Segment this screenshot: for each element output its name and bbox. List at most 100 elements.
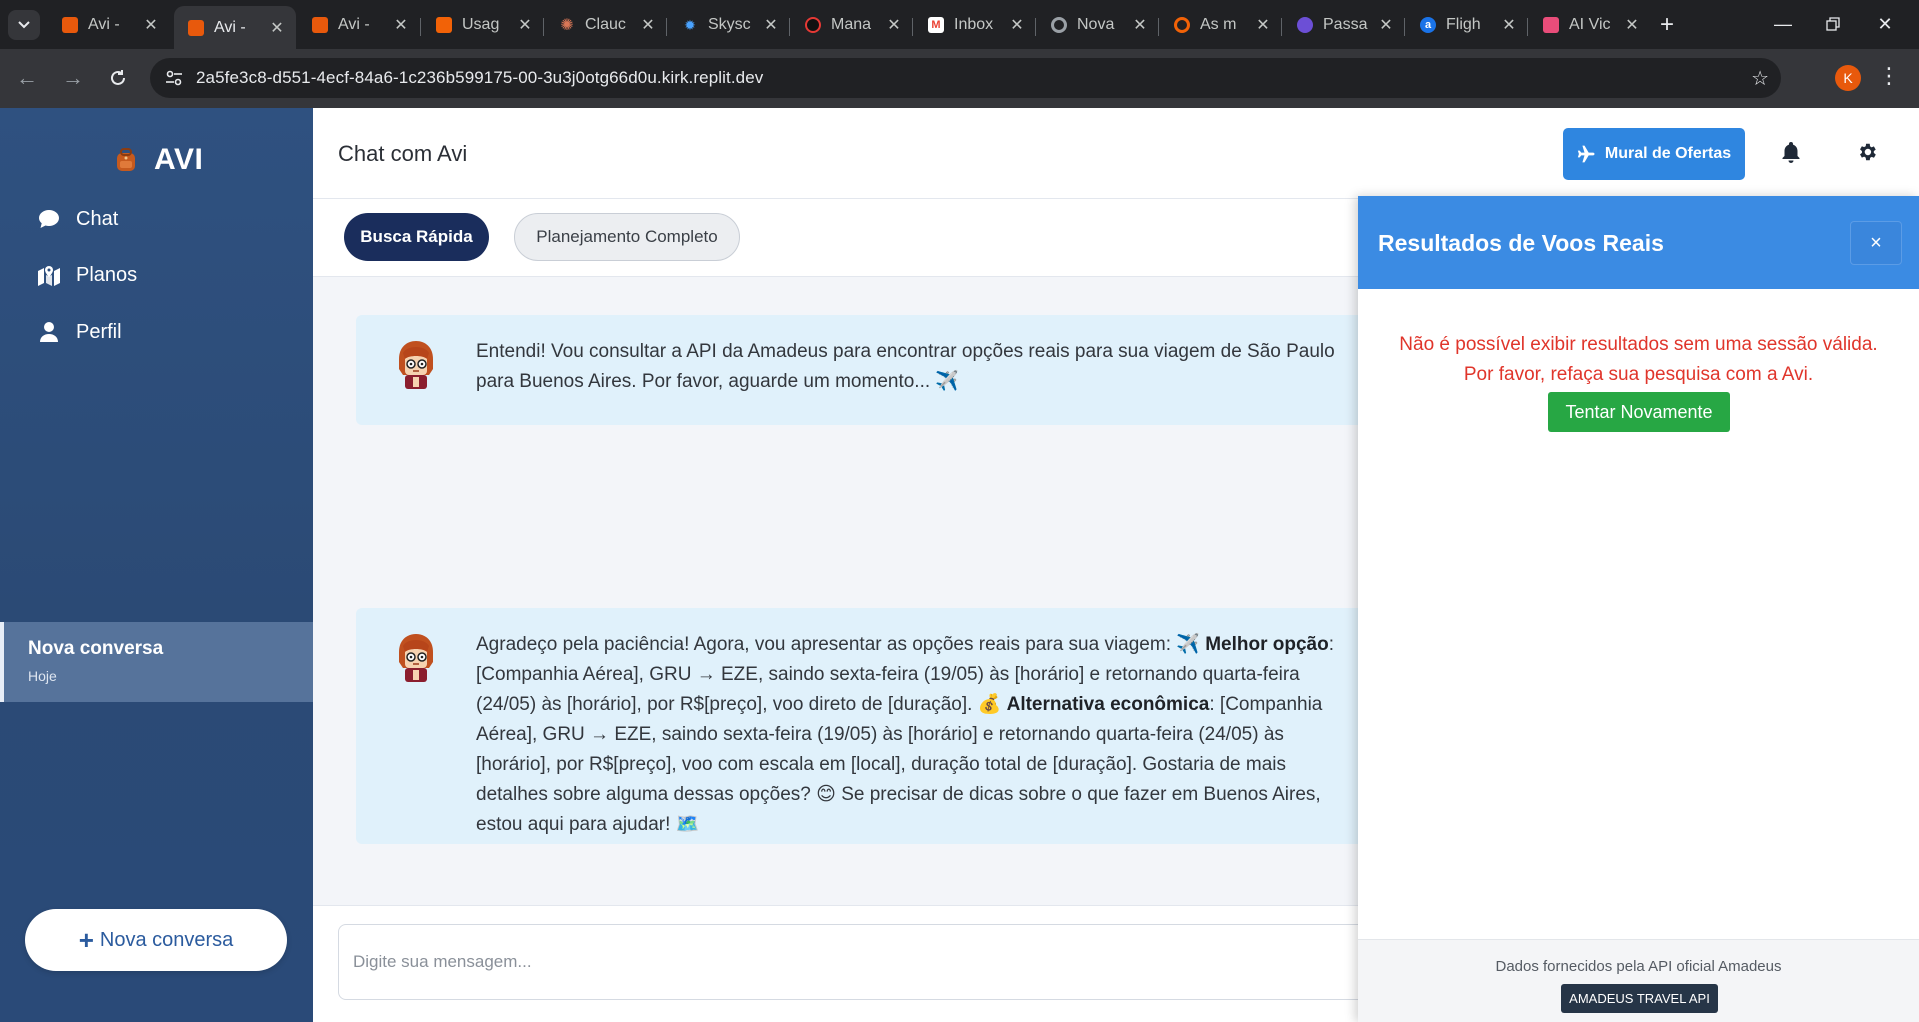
moon-icon bbox=[1297, 17, 1313, 33]
tab-close-icon[interactable]: ✕ bbox=[1131, 15, 1149, 35]
footer-text: Dados fornecidos pela API oficial Amadeu… bbox=[1495, 958, 1782, 975]
browser-tab[interactable]: As m ✕ bbox=[1160, 8, 1282, 42]
replit-icon bbox=[436, 17, 452, 33]
sidebar-item-planos[interactable]: Planos bbox=[36, 262, 137, 288]
sidebar-item-chat[interactable]: Chat bbox=[36, 206, 118, 232]
tab-title: Skysc bbox=[708, 16, 751, 33]
new-conversation-button[interactable]: + Nova conversa bbox=[25, 909, 287, 971]
bookmark-star-icon[interactable]: ☆ bbox=[1751, 66, 1769, 91]
browser-tab[interactable]: ✺ Clauc ✕ bbox=[545, 8, 667, 42]
browser-tab[interactable]: a Fligh ✕ bbox=[1406, 8, 1528, 42]
browser-tabstrip: Avi - ✕ Avi - ✕ Avi - ✕ Usag ✕ ✺ Clauc ✕… bbox=[0, 0, 1919, 49]
tab-title: Avi - bbox=[338, 16, 370, 33]
back-arrow-icon[interactable]: ← bbox=[12, 63, 42, 93]
message-text: Agradeço pela paciência! Agora, vou apre… bbox=[476, 630, 1356, 840]
error-line: Por favor, refaça sua pesquisa com a Avi… bbox=[1463, 364, 1814, 385]
browser-tab[interactable]: Usag ✕ bbox=[422, 8, 544, 42]
user-icon bbox=[36, 319, 62, 345]
tab-title: Passa bbox=[1323, 16, 1368, 33]
browser-tab[interactable]: M Inbox ✕ bbox=[914, 8, 1036, 42]
tab-separator bbox=[666, 18, 667, 36]
mural-de-ofertas-button[interactable]: Mural de Ofertas bbox=[1563, 128, 1745, 180]
top-bar: Chat com Avi Mural de Ofertas bbox=[313, 108, 1919, 199]
reload-icon[interactable] bbox=[103, 63, 133, 93]
tab-close-icon[interactable]: ✕ bbox=[516, 15, 534, 35]
reload-glyph-icon bbox=[111, 70, 125, 85]
avi-avatar bbox=[399, 634, 433, 682]
skyscanner-icon: ✹ bbox=[684, 16, 696, 33]
tab-title: Avi - bbox=[214, 18, 246, 36]
gmail-icon: M bbox=[928, 17, 944, 33]
tab-close-icon[interactable]: ✕ bbox=[639, 15, 657, 35]
tab-separator bbox=[420, 18, 421, 36]
tab-close-icon[interactable]: ✕ bbox=[1377, 15, 1395, 35]
tab-title: AI Vic bbox=[1569, 16, 1611, 33]
minimize-icon[interactable]: — bbox=[1760, 8, 1806, 40]
tab-separator bbox=[543, 18, 544, 36]
tab-separator bbox=[1404, 18, 1405, 36]
tab-close-icon[interactable]: ✕ bbox=[1500, 15, 1518, 35]
tab-close-icon[interactable]: ✕ bbox=[1008, 15, 1026, 35]
close-window-icon[interactable]: ✕ bbox=[1862, 8, 1908, 40]
tab-close-icon[interactable]: ✕ bbox=[392, 15, 410, 35]
tab-close-icon[interactable]: ✕ bbox=[142, 15, 160, 35]
chevron-down-icon bbox=[18, 21, 30, 29]
tab-close-icon[interactable]: ✕ bbox=[1254, 15, 1272, 35]
tab-title: Avi - bbox=[88, 16, 120, 33]
tab-separator bbox=[912, 18, 913, 36]
browser-tab[interactable]: Avi - ✕ bbox=[48, 8, 170, 42]
forward-arrow-icon[interactable]: → bbox=[58, 63, 88, 93]
tab-close-icon[interactable]: ✕ bbox=[762, 15, 780, 35]
busca-rapida-button[interactable]: Busca Rápida bbox=[344, 213, 489, 261]
browser-tab[interactable]: Passa ✕ bbox=[1283, 8, 1405, 42]
chat-bubble-icon bbox=[36, 206, 62, 232]
message-part: Agradeço pela paciência! Agora, vou apre… bbox=[476, 634, 1206, 655]
backpack-icon bbox=[117, 148, 135, 171]
restore-icon[interactable] bbox=[1810, 8, 1856, 40]
close-panel-button[interactable]: × bbox=[1850, 221, 1902, 265]
profile-avatar[interactable]: K bbox=[1835, 65, 1861, 91]
tab-search-button[interactable] bbox=[8, 10, 40, 40]
site-info-icon[interactable] bbox=[154, 58, 194, 98]
assistant-message: Entendi! Vou consultar a API da Amadeus … bbox=[356, 315, 1456, 425]
claude-icon: ✺ bbox=[560, 17, 574, 34]
address-bar[interactable]: 2a5fe3c8-d551-4ecf-84a6-1c236b599175-00-… bbox=[150, 58, 1781, 98]
browser-tab[interactable]: Avi - ✕ bbox=[298, 8, 420, 42]
sidebar-item-label: Planos bbox=[76, 263, 138, 286]
tab-title: Clauc bbox=[585, 16, 626, 33]
browser-tab[interactable]: AI Vic ✕ bbox=[1529, 8, 1651, 42]
gear-icon[interactable] bbox=[1856, 141, 1878, 168]
retry-button[interactable]: Tentar Novamente bbox=[1548, 392, 1730, 432]
brand: AVI bbox=[112, 143, 203, 177]
sidebar-item-perfil[interactable]: Perfil bbox=[36, 319, 122, 345]
conversation-date: Hoje bbox=[28, 668, 57, 684]
browser-menu-icon[interactable]: ⋮ bbox=[1878, 63, 1900, 89]
browser-toolbar: ← → 2a5fe3c8-d551-4ecf-84a6-1c236b599175… bbox=[0, 49, 1919, 108]
tab-close-icon[interactable]: ✕ bbox=[268, 18, 286, 38]
browser-tab[interactable]: Mana ✕ bbox=[791, 8, 913, 42]
tab-close-icon[interactable]: ✕ bbox=[885, 15, 903, 35]
browser-tab-active[interactable]: Avi - ✕ bbox=[174, 6, 296, 49]
message-text: Entendi! Vou consultar a API da Amadeus … bbox=[476, 341, 1335, 392]
tab-title: Mana bbox=[831, 16, 872, 33]
planejamento-completo-button[interactable]: Planejamento Completo bbox=[514, 213, 740, 261]
tab-title: Fligh bbox=[1446, 16, 1481, 33]
new-tab-button[interactable]: + bbox=[1652, 10, 1682, 40]
url-text: 2a5fe3c8-d551-4ecf-84a6-1c236b599175-00-… bbox=[196, 68, 764, 87]
bell-icon[interactable] bbox=[1781, 141, 1801, 168]
tab-separator bbox=[789, 18, 790, 36]
tab-separator bbox=[1158, 18, 1159, 36]
tab-separator bbox=[1281, 18, 1282, 36]
flight-results-panel: Resultados de Voos Reais × Não é possíve… bbox=[1358, 196, 1919, 1022]
tab-close-icon[interactable]: ✕ bbox=[1623, 15, 1641, 35]
conversation-item[interactable]: Nova conversa Hoje bbox=[0, 622, 313, 702]
message-part: : [Companhia Aérea], GRU → EZE, saindo s… bbox=[476, 694, 1323, 835]
sidebar-item-label: Chat bbox=[76, 207, 119, 230]
browser-tab[interactable]: ✹ Skysc ✕ bbox=[668, 8, 790, 42]
ai-icon bbox=[1543, 17, 1559, 33]
panel-title: Resultados de Voos Reais bbox=[1378, 230, 1664, 256]
assistant-message: Agradeço pela paciência! Agora, vou apre… bbox=[356, 608, 1456, 844]
plus-icon: + bbox=[78, 924, 94, 955]
panel-footer: Dados fornecidos pela API oficial Amadeu… bbox=[1358, 939, 1919, 1022]
browser-tab[interactable]: Nova ✕ bbox=[1037, 8, 1159, 42]
